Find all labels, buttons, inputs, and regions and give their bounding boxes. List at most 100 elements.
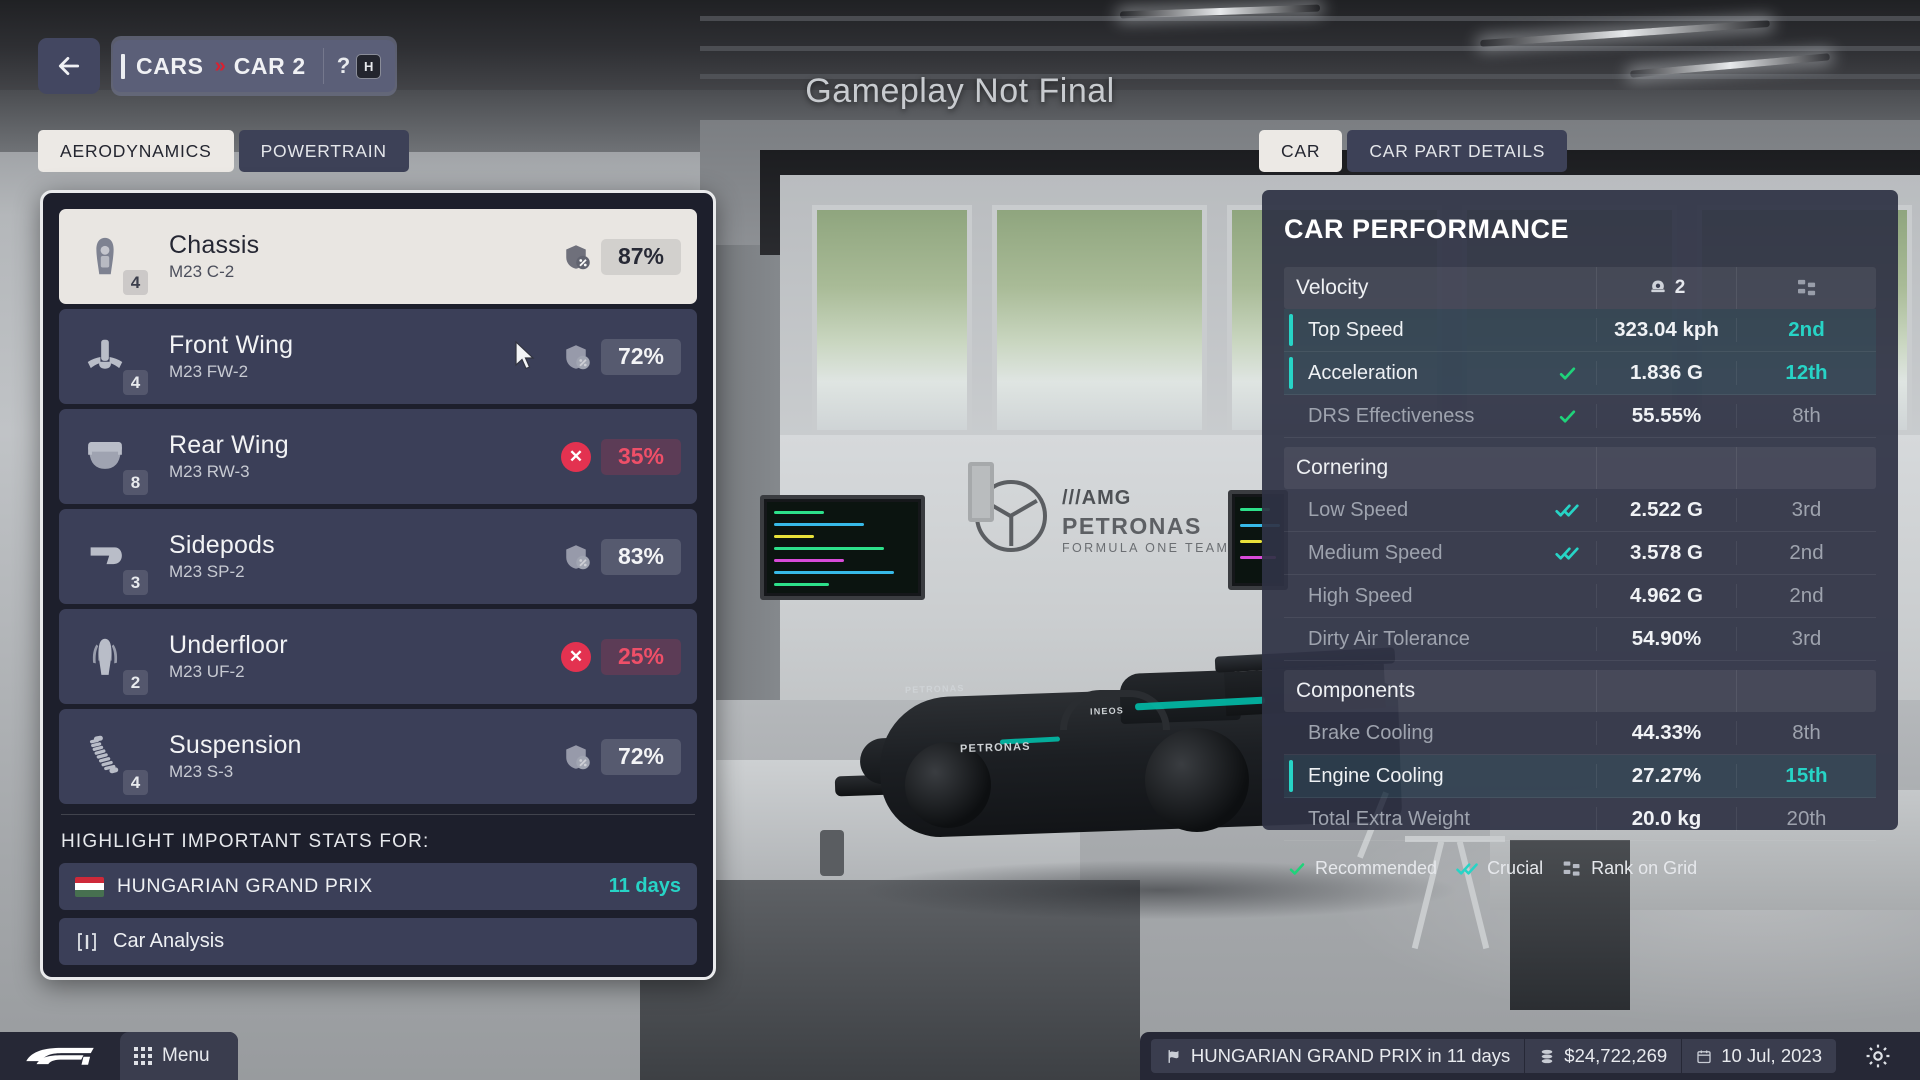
- rank-column-header-empty: [1736, 670, 1876, 712]
- condition-icon: [566, 244, 590, 269]
- performance-group-name: Cornering: [1296, 456, 1389, 479]
- stat-rank: 12th: [1736, 361, 1876, 385]
- stat-name: Total Extra Weight: [1308, 807, 1470, 830]
- part-model: M23 S-3: [169, 761, 234, 781]
- part-count-badge: 8: [123, 470, 148, 495]
- stat-value: 27.27%: [1596, 764, 1736, 788]
- part-text: Underfloor M23 UF-2: [151, 631, 561, 682]
- driver-column-header: 2: [1596, 267, 1736, 309]
- stat-name: Top Speed: [1308, 318, 1404, 341]
- part-condition-value: 72%: [601, 338, 681, 375]
- warning-x-icon: ✕: [561, 441, 591, 472]
- driver-column-header-empty: [1596, 447, 1736, 489]
- part-row-front-wing[interactable]: 4 Front Wing M23 FW-2 72%: [59, 309, 697, 404]
- front-tyre: [905, 742, 991, 828]
- flag-icon: [1168, 1049, 1179, 1063]
- tab-car[interactable]: CAR: [1259, 130, 1343, 172]
- part-text: Chassis M23 C-2: [151, 231, 561, 282]
- part-count-badge: 4: [123, 770, 148, 795]
- part-condition-group: 87%: [561, 238, 697, 275]
- part-row-chassis[interactable]: 4 Chassis M23 C-2 87%: [59, 209, 697, 304]
- menu-button[interactable]: Menu: [120, 1032, 238, 1080]
- tab-powertrain[interactable]: POWERTRAIN: [238, 130, 409, 172]
- part-count-badge: 4: [123, 370, 148, 395]
- double-check-icon: [1456, 862, 1478, 875]
- performance-group-header: Velocity 2: [1284, 267, 1876, 309]
- performance-legend: Recommended Crucial Rank on Grid: [1284, 841, 1876, 879]
- part-model: M23 RW-3: [169, 461, 250, 481]
- menu-label: Menu: [162, 1045, 210, 1066]
- legend-crucial: Crucial: [1487, 858, 1544, 878]
- part-row-rear-wing[interactable]: 8 Rear Wing M23 RW-3 ✕ 35%: [59, 409, 697, 504]
- stat-value: 4.962 G: [1596, 584, 1736, 608]
- car-analysis-row[interactable]: Car Analysis: [59, 918, 697, 965]
- underfloor-icon: 2: [59, 609, 151, 704]
- check-icon: [1559, 366, 1575, 380]
- petronas-text: PETRONAS: [1062, 513, 1202, 539]
- date-segment[interactable]: 10 Jul, 2023: [1682, 1039, 1836, 1073]
- part-count-badge: 4: [123, 270, 148, 295]
- breadcrumb-current: CAR 2: [233, 52, 306, 79]
- part-condition-group: 72%: [561, 338, 697, 375]
- stat-row-top-speed: Top Speed 323.04 kph 2nd: [1284, 309, 1876, 352]
- f1-logo-icon[interactable]: [0, 1045, 120, 1067]
- breadcrumb-accent-bar: [121, 53, 125, 79]
- back-button[interactable]: [38, 38, 100, 94]
- monitor: [760, 495, 925, 600]
- stat-value: 55.55%: [1596, 404, 1736, 428]
- part-condition-group: ✕ 25%: [561, 638, 697, 675]
- calendar-icon: [1697, 1050, 1711, 1063]
- stat-name: Brake Cooling: [1308, 721, 1434, 744]
- sidepods-icon: 3: [59, 509, 151, 604]
- breadcrumb-separator-icon: »: [214, 54, 226, 77]
- warning-x-icon: ✕: [561, 641, 591, 672]
- rank-column-header: [1736, 267, 1876, 309]
- part-row-sidepods[interactable]: 3 Sidepods M23 SP-2 83%: [59, 509, 697, 604]
- highlight-race-name: HUNGARIAN GRAND PRIX: [117, 875, 373, 897]
- stat-row-drs-effectiveness: DRS Effectiveness 55.55% 8th: [1284, 395, 1876, 438]
- parts-list: 4 Chassis M23 C-2 87% 4 Front Wing M23 F…: [59, 209, 697, 804]
- tab-aerodynamics[interactable]: AERODYNAMICS: [38, 130, 234, 172]
- part-count-badge: 2: [123, 670, 148, 695]
- helmet-icon: [1651, 280, 1665, 293]
- chassis-icon: 4: [59, 209, 151, 304]
- car-performance-title: CAR PERFORMANCE: [1284, 214, 1570, 244]
- help-shortcut[interactable]: ? H: [322, 48, 382, 84]
- settings-button[interactable]: [1836, 1042, 1920, 1070]
- highlight-race-row[interactable]: HUNGARIAN GRAND PRIX 11 days: [59, 863, 697, 910]
- amg-text: ///AMG: [1062, 487, 1132, 509]
- stat-name: Dirty Air Tolerance: [1308, 627, 1470, 650]
- highlight-race-days: 11 days: [608, 875, 681, 897]
- rear-tyre: [1145, 728, 1249, 832]
- stat-rank: 20th: [1736, 807, 1876, 831]
- stat-rank: 3rd: [1736, 498, 1876, 522]
- part-row-underfloor[interactable]: 2 Underfloor M23 UF-2 ✕ 25%: [59, 609, 697, 704]
- breadcrumb: CARS » CAR 2 ? H: [111, 36, 398, 96]
- stat-value: 3.578 G: [1596, 541, 1736, 565]
- part-model: M23 UF-2: [169, 661, 245, 681]
- stat-rank: 8th: [1736, 721, 1876, 745]
- stat-rank: 2nd: [1736, 541, 1876, 565]
- money-icon: [1541, 1049, 1553, 1063]
- stat-name: DRS Effectiveness: [1308, 404, 1475, 427]
- performance-group-header: Components: [1284, 670, 1876, 712]
- pylon: [968, 462, 994, 522]
- highlight-stats-label: HIGHLIGHT IMPORTANT STATS FOR:: [61, 831, 430, 852]
- part-row-suspension[interactable]: 4 Suspension M23 S-3 72%: [59, 709, 697, 804]
- stat-row-dirty-air-tolerance: Dirty Air Tolerance 54.90% 3rd: [1284, 618, 1876, 661]
- next-race-segment[interactable]: HUNGARIAN GRAND PRIX in 11 days: [1150, 1039, 1525, 1073]
- bottom-bar-left: Menu: [0, 1032, 238, 1080]
- part-condition-value: 87%: [601, 238, 681, 275]
- breadcrumb-root[interactable]: CARS: [136, 53, 204, 80]
- part-condition-value: 72%: [601, 738, 681, 775]
- tab-car-part-details[interactable]: CAR PART DETAILS: [1347, 130, 1568, 172]
- driver-column-header-empty: [1596, 670, 1736, 712]
- money-label: $24,722,269: [1564, 1045, 1668, 1066]
- part-condition-value: 83%: [601, 538, 681, 575]
- money-segment[interactable]: $24,722,269: [1525, 1039, 1682, 1073]
- stat-row-medium-speed: Medium Speed 3.578 G 2nd: [1284, 532, 1876, 575]
- part-model: M23 SP-2: [169, 561, 245, 581]
- panel-divider: [61, 814, 695, 815]
- performance-groups: Velocity 2 Top Speed 323.04 kph 2nd Acce…: [1284, 267, 1876, 841]
- part-condition-value: 25%: [601, 638, 681, 675]
